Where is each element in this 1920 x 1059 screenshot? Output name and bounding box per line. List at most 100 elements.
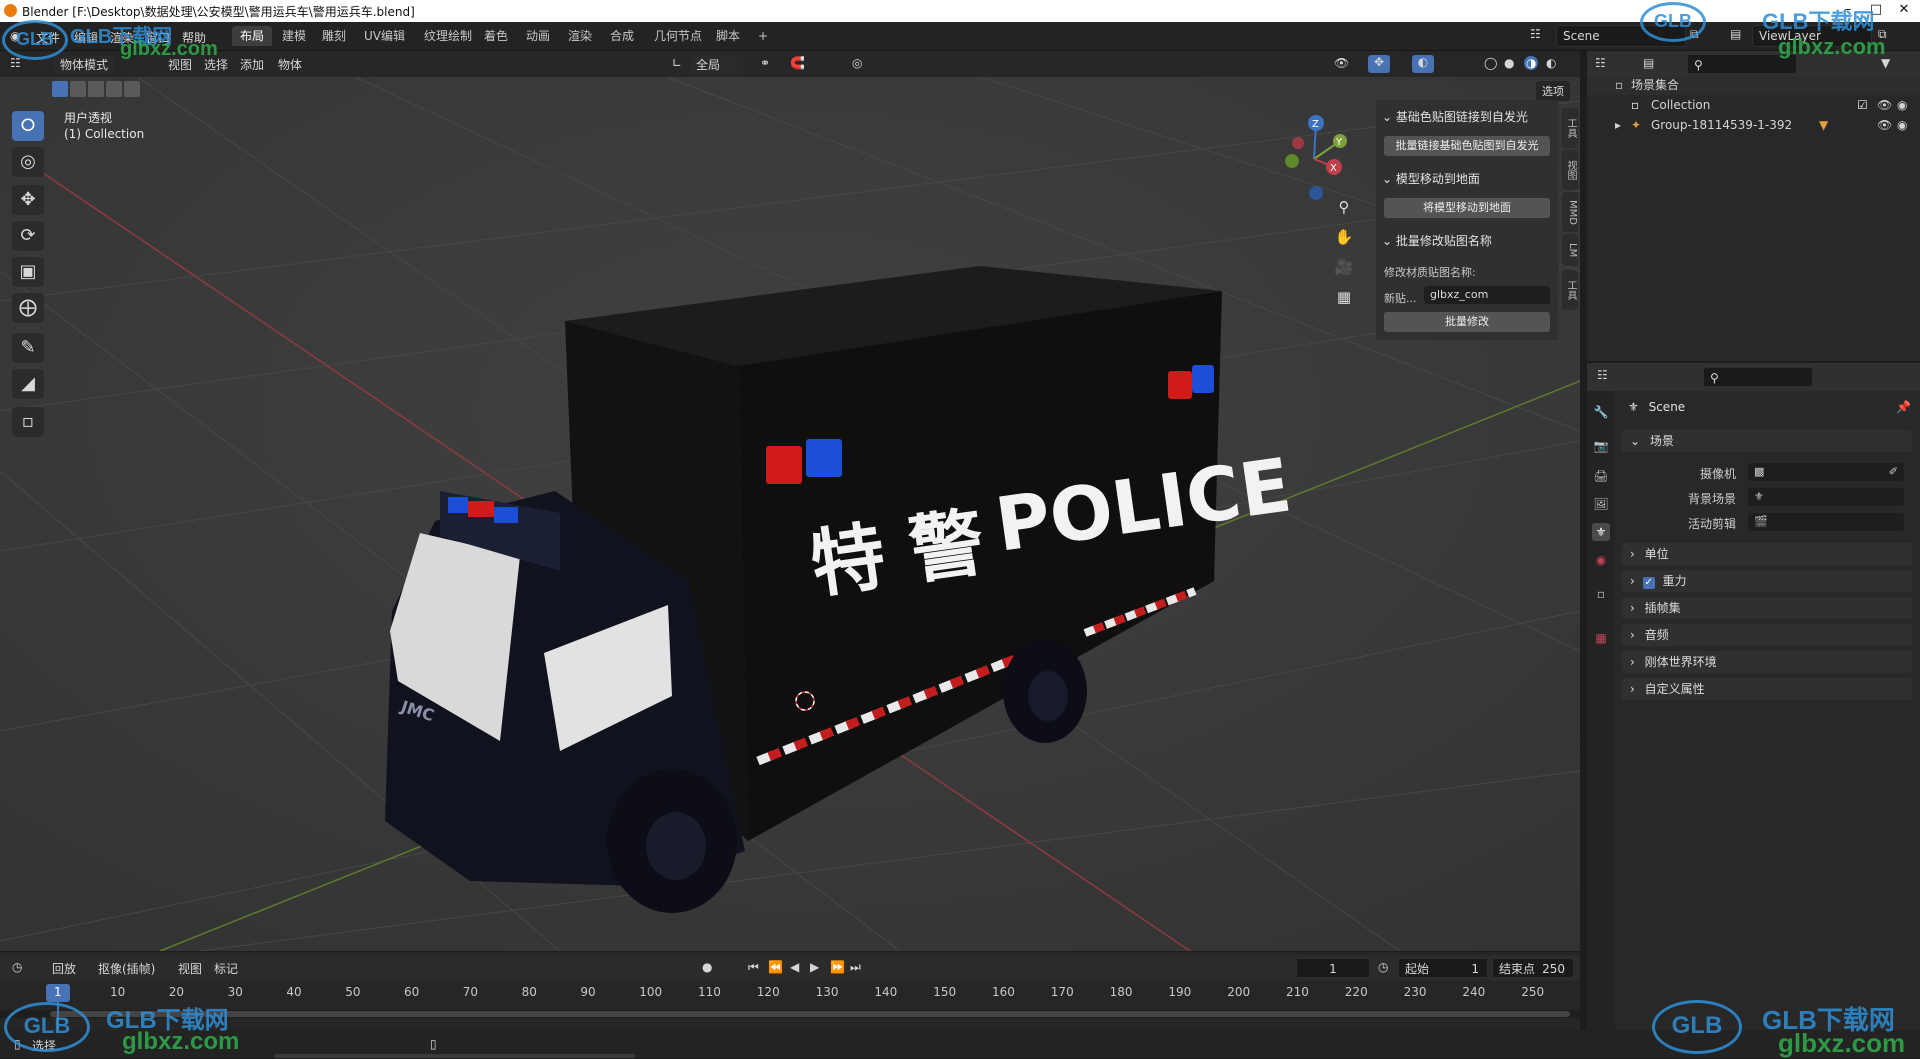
sidebar-tab-tool-2[interactable]: 工具 (1562, 270, 1578, 310)
cursor-tool-icon[interactable]: ◎ (12, 147, 44, 177)
collection-camera-icon[interactable]: ◉ (1897, 95, 1907, 115)
collection-props-tab-icon[interactable]: ▫ (1592, 585, 1610, 603)
world-props-tab-icon[interactable]: ◉ (1592, 551, 1610, 569)
outliner-row-group[interactable]: ▸ ✦ Group-18114539-1-392 ▼ 👁 ◉ (1587, 115, 1920, 135)
collection-checkbox-icon[interactable]: ☑ (1857, 95, 1868, 115)
collection-eye-icon[interactable]: 👁 (1877, 95, 1892, 115)
menu-add[interactable]: 添加 (240, 56, 264, 73)
view-layer-props-tab-icon[interactable]: 🖼 (1592, 495, 1610, 513)
orientation-icon[interactable]: ∟ (672, 56, 682, 70)
snap-icon[interactable]: 🧲 (790, 56, 805, 70)
scene-section-header[interactable]: ⌄ 场景 (1622, 430, 1912, 452)
annotate-tool-icon[interactable]: ✎ (12, 333, 44, 363)
wireframe-shading-icon[interactable]: ◯ (1484, 56, 1497, 70)
keying-sets-section-header[interactable]: › 插帧集 (1622, 597, 1912, 619)
tab-compositing[interactable]: 合成 (602, 26, 642, 46)
tab-animation[interactable]: 动画 (518, 26, 558, 46)
clock-icon[interactable]: ◷ (1378, 960, 1388, 974)
background-scene-field[interactable]: ⚜ (1748, 488, 1904, 506)
expand-arrow-icon[interactable]: ▸ (1615, 115, 1621, 135)
current-frame-field[interactable]: 1 (1296, 958, 1370, 978)
zoom-icon[interactable]: ⚲ (1332, 195, 1356, 219)
tab-layout[interactable]: 布局 (232, 26, 273, 46)
view-layer-icon[interactable]: ▤ (1730, 27, 1741, 41)
tab-sculpting[interactable]: 雕刻 (314, 26, 354, 46)
batch-rename-button[interactable]: 批量修改 (1384, 312, 1550, 332)
group-camera-icon[interactable]: ◉ (1897, 115, 1907, 135)
pan-hand-icon[interactable]: ✋ (1332, 225, 1356, 249)
texture-props-tab-icon[interactable]: ▦ (1592, 629, 1610, 647)
overlays-toggle-icon[interactable]: ◐ (1412, 55, 1434, 73)
measure-tool-icon[interactable]: ◢ (12, 369, 44, 399)
group-eye-icon[interactable]: 👁 (1877, 115, 1892, 135)
tab-scripting[interactable]: 脚本 (708, 26, 748, 46)
np-section-1-header[interactable]: ⌄ 基础色贴图链接到自发光 (1382, 108, 1528, 125)
select-box-tool[interactable]: ⭘ (12, 111, 44, 141)
select-subtract-icon[interactable] (88, 81, 104, 97)
pivot-icon[interactable]: ⚭ (760, 56, 770, 70)
transform-orientation-dropdown[interactable]: 全局 (690, 56, 745, 73)
gravity-checkbox[interactable]: ✓ (1642, 577, 1655, 589)
move-tool-icon[interactable]: ✥ (12, 185, 44, 215)
outliner-row-collection[interactable]: ▫ Collection ☑ 👁 ◉ (1587, 95, 1920, 115)
close-icon[interactable]: ✕ (1896, 2, 1912, 18)
select-invert-icon[interactable] (106, 81, 122, 97)
transform-tool-icon[interactable]: ⨁ (12, 293, 44, 323)
perspective-grid-icon[interactable]: ▦ (1332, 285, 1356, 309)
prev-keyframe-icon[interactable]: ⏪ (768, 960, 783, 974)
sidebar-tab-view[interactable]: 视图 (1562, 150, 1578, 190)
playback-menu[interactable]: 回放 (52, 960, 76, 977)
timeline-editor-icon[interactable]: ◷ (12, 960, 22, 974)
navigation-gizmo[interactable]: Z Y X (1274, 111, 1354, 201)
eyedropper-icon[interactable]: ✐ (1889, 463, 1898, 481)
timeline-ruler[interactable]: 1 10 20 30 40 50 60 70 80 90 100 110 120 130 140 150 160… (0, 982, 1580, 1004)
sidebar-tab-tool[interactable]: 工具 (1562, 108, 1578, 148)
output-props-tab-icon[interactable]: 🖨 (1592, 467, 1610, 485)
link-basecolor-emission-button[interactable]: 批量链接基础色贴图到自发光 (1384, 136, 1550, 156)
scene-selector-icon[interactable]: ☷ (1530, 27, 1541, 41)
play-reverse-icon[interactable]: ◀ (790, 960, 799, 974)
units-section-header[interactable]: › 单位 (1622, 543, 1912, 565)
rotate-tool-icon[interactable]: ⟳ (12, 221, 44, 251)
outliner-editor-icon[interactable]: ☷ (1595, 56, 1606, 70)
tab-uv-editing[interactable]: UV编辑 (356, 26, 413, 46)
timeline-view-menu[interactable]: 视图 (178, 960, 202, 977)
jump-start-icon[interactable]: ⏮ (748, 960, 759, 975)
visibility-icon[interactable]: 👁 (1334, 56, 1349, 70)
tab-texture-paint[interactable]: 纹理绘制 (416, 26, 480, 46)
tab-modeling[interactable]: 建模 (274, 26, 314, 46)
keying-menu[interactable]: 抠像(插帧) (98, 960, 155, 977)
np-section-2-header[interactable]: ⌄ 模型移动到地面 (1382, 170, 1480, 187)
pin-icon[interactable]: 📌 (1896, 400, 1911, 414)
custom-props-section-header[interactable]: › 自定义属性 (1622, 678, 1912, 700)
camera-view-icon[interactable]: 🎥 (1332, 255, 1356, 279)
tool-props-tab-icon[interactable]: 🔧 (1592, 403, 1610, 421)
gravity-section-header[interactable]: › ✓ 重力 (1622, 570, 1912, 592)
rigid-body-section-header[interactable]: › 刚体世界环境 (1622, 651, 1912, 673)
play-icon[interactable]: ▶ (810, 960, 819, 974)
select-new-icon[interactable] (52, 81, 68, 97)
render-props-tab-icon[interactable]: 📷 (1592, 437, 1610, 455)
mode-selector[interactable]: 物体模式 (54, 56, 115, 73)
np-section-3-header[interactable]: ⌄ 批量修改贴图名称 (1382, 232, 1492, 249)
next-keyframe-icon[interactable]: ⏩ (830, 960, 845, 974)
material-shading-icon[interactable]: ◑ (1524, 56, 1539, 70)
camera-field[interactable]: ▩ ✐ (1748, 463, 1904, 481)
scene-props-tab-icon[interactable]: ⚜ (1592, 523, 1610, 541)
outliner-scene-collection[interactable]: ▫ 场景集合 (1587, 75, 1920, 95)
move-to-ground-button[interactable]: 将模型移动到地面 (1384, 198, 1550, 218)
tab-shading[interactable]: 着色 (476, 26, 516, 46)
audio-section-header[interactable]: › 音频 (1622, 624, 1912, 646)
menu-object[interactable]: 物体 (278, 56, 302, 73)
jump-end-icon[interactable]: ⏭ (850, 960, 861, 975)
tab-rendering[interactable]: 渲染 (560, 26, 600, 46)
select-extend-icon[interactable] (70, 81, 86, 97)
rename-input[interactable]: glbxz_com (1424, 286, 1550, 304)
properties-editor-icon[interactable]: ☷ (1597, 368, 1608, 382)
sidebar-tab-mmd[interactable]: MMD (1562, 192, 1578, 232)
sidebar-tab-lm[interactable]: LM (1562, 234, 1578, 266)
timeline-scrollbar[interactable] (0, 1010, 1580, 1018)
gizmo-toggle-icon[interactable]: ✥ (1368, 55, 1390, 73)
marker-menu[interactable]: 标记 (214, 960, 238, 977)
record-icon[interactable]: ● (702, 960, 712, 974)
